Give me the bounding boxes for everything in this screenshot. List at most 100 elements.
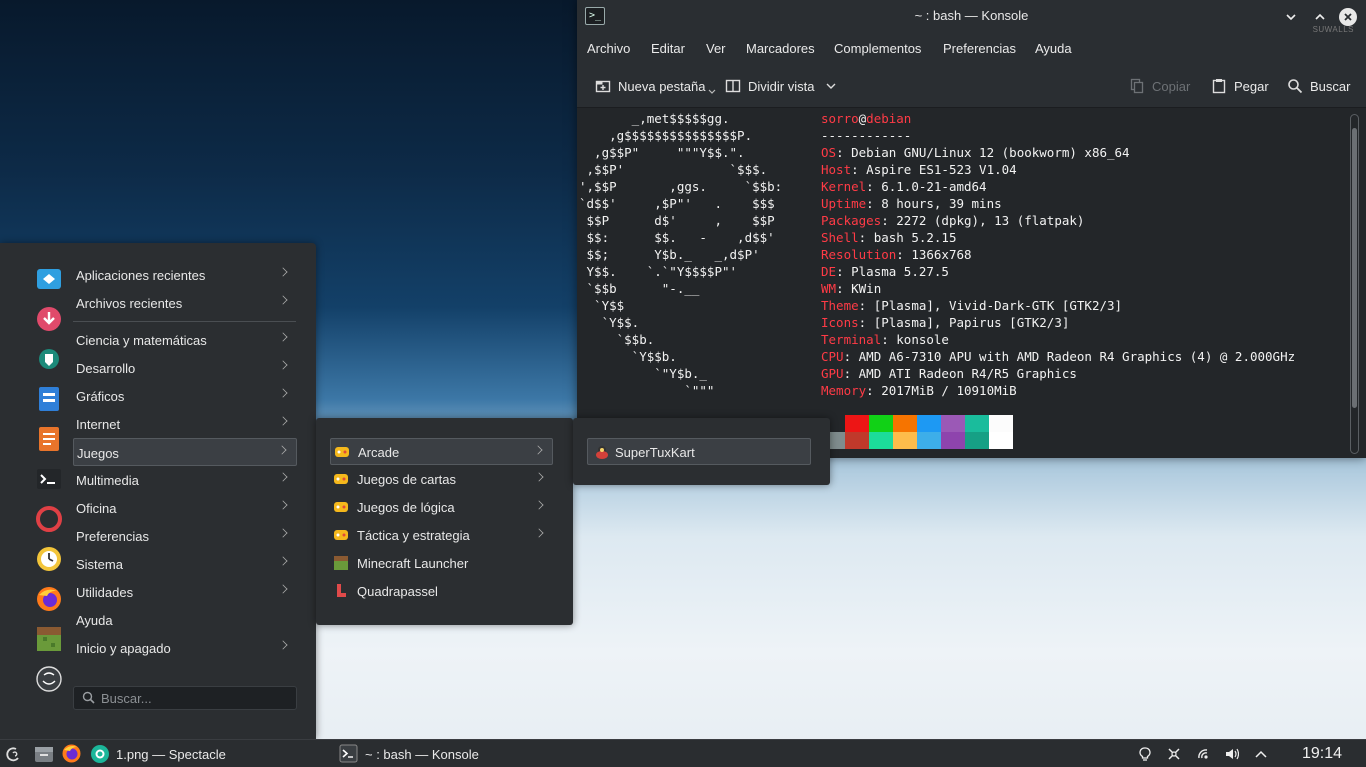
info-row: Icons: [Plasma], Papirus [GTK2/3] [821, 315, 1070, 330]
category-juegos[interactable]: Juegos [73, 438, 297, 466]
menu-item-supertuxkart[interactable]: SuperTuxKart [587, 438, 811, 465]
games-item-arcade[interactable]: Arcade [330, 438, 553, 465]
category-oficina[interactable]: Oficina [73, 494, 297, 522]
games-item-label: Juegos de cartas [357, 472, 457, 487]
close-button[interactable] [1339, 8, 1357, 26]
info-row: Memory: 2017MiB / 10910MiB [821, 383, 1017, 398]
menu-preferencias[interactable]: Preferencias [943, 41, 1016, 56]
menu-ver[interactable]: Ver [706, 41, 726, 56]
category-multimedia[interactable]: Multimedia [73, 466, 297, 494]
split-view-label: Dividir vista [748, 78, 815, 94]
info-row: Packages: 2272 (dpkg), 13 (flatpak) [821, 213, 1085, 228]
menu-ayuda[interactable]: Ayuda [1035, 41, 1072, 56]
info-value: konsole [896, 332, 949, 347]
maximize-button[interactable] [1311, 8, 1329, 26]
minimize-button[interactable] [1282, 8, 1300, 26]
chevron-up-icon[interactable] [1254, 747, 1268, 761]
ascii-logo-line: `""" [579, 383, 715, 398]
firefox-icon[interactable] [61, 743, 82, 764]
info-value: [Plasma], Papirus [GTK2/3] [873, 315, 1070, 330]
ascii-logo-line: ',$$P ,ggs. `$$b: [579, 179, 783, 194]
system-icon [35, 545, 63, 576]
menu-complementos[interactable]: Complementos [834, 41, 921, 56]
task-spectacle[interactable]: 1.png — Spectacle [116, 747, 226, 762]
debian-swirl-icon[interactable] [5, 745, 23, 763]
terminal-icon[interactable] [339, 744, 358, 763]
menu-item-label: SuperTuxKart [615, 445, 695, 460]
terminal-area[interactable]: _,met$$$$$gg. ,g$$$$$$$$$$$$$$$P. ,g$$P"… [577, 108, 1366, 458]
ascii-logo-line: `$$b. [579, 332, 655, 347]
games-item-juegos-de-lógica[interactable]: Juegos de lógica [330, 494, 553, 521]
info-key: CPU [821, 349, 844, 364]
category-ayuda[interactable]: Ayuda [73, 606, 297, 634]
info-row: Shell: bash 5.2.15 [821, 230, 957, 245]
games-item-quadrapassel[interactable]: Quadrapassel [330, 578, 553, 605]
palette-swatch [845, 415, 869, 432]
category-label: Aplicaciones recientes [76, 268, 206, 283]
copy-button[interactable]: Copiar [1129, 77, 1190, 95]
info-row: Terminal: konsole [821, 332, 949, 347]
development-icon [35, 345, 63, 376]
clock[interactable]: 19:14 [1302, 745, 1342, 763]
task-konsole[interactable]: ~ : bash — Konsole [365, 747, 479, 762]
info-value: AMD ATI Radeon R4/R5 Graphics [858, 366, 1077, 381]
category-internet[interactable]: Internet [73, 410, 297, 438]
category-utilidades[interactable]: Utilidades [73, 578, 297, 606]
category-gráficos[interactable]: Gráficos [73, 382, 297, 410]
lightbulb-icon[interactable] [1138, 747, 1152, 761]
info-key: Uptime [821, 196, 867, 211]
chevron-right-icon [278, 472, 288, 482]
scrollbar-thumb[interactable] [1352, 128, 1357, 408]
menu-editar[interactable]: Editar [651, 41, 685, 56]
palette-swatch [989, 415, 1013, 432]
menu-marcadores[interactable]: Marcadores [746, 41, 815, 56]
volume-icon[interactable] [1225, 747, 1239, 761]
quadrapassel-icon [333, 583, 349, 602]
info-row: Kernel: 6.1.0-21-amd64 [821, 179, 987, 194]
network-icon[interactable] [1196, 747, 1210, 761]
games-item-label: Juegos de lógica [357, 500, 455, 515]
chevron-right-icon [534, 500, 544, 510]
internet-icon [35, 425, 63, 456]
ascii-logo-line: ,g$$$$$$$$$$$$$$$P. [579, 128, 753, 143]
paste-button[interactable]: Pegar [1211, 77, 1269, 95]
games-item-táctica-y-estrategia[interactable]: Táctica y estrategia [330, 522, 553, 549]
chevron-right-icon [278, 388, 288, 398]
games-item-juegos-de-cartas[interactable]: Juegos de cartas [330, 466, 553, 493]
hostname: debian [866, 111, 912, 126]
info-key: Host [821, 162, 852, 177]
chevron-right-icon [277, 445, 287, 455]
menu-archivo[interactable]: Archivo [587, 41, 630, 56]
chevron-down-icon [826, 83, 836, 89]
ascii-logo-line: $$P d$' , $$P [579, 213, 775, 228]
category-desarrollo[interactable]: Desarrollo [73, 354, 297, 382]
category-preferencias[interactable]: Preferencias [73, 522, 297, 550]
username: sorro [821, 111, 859, 126]
copy-icon [1130, 78, 1144, 94]
kdeconnect-icon[interactable] [1167, 747, 1181, 761]
copy-label: Copiar [1152, 78, 1191, 94]
file-manager-icon[interactable] [34, 744, 54, 764]
search-button[interactable]: Buscar [1287, 77, 1350, 95]
office-icon [35, 505, 63, 536]
games-item-minecraft-launcher[interactable]: Minecraft Launcher [330, 550, 553, 577]
category-aplicaciones-recientes[interactable]: Aplicaciones recientes [73, 261, 297, 289]
category-archivos-recientes[interactable]: Archivos recientes [73, 289, 297, 317]
new-tab-button[interactable]: Nueva pestaña [595, 77, 716, 95]
chevron-right-icon [278, 584, 288, 594]
info-row: WM: KWin [821, 281, 882, 296]
gamepad-icon [333, 527, 349, 546]
category-ciencia-y-matemáticas[interactable]: Ciencia y matemáticas [73, 326, 297, 354]
gamepad-icon [333, 471, 349, 490]
spectacle-icon[interactable] [90, 744, 110, 764]
info-key: Terminal [821, 332, 882, 347]
split-view-button[interactable]: Dividir vista [725, 77, 837, 95]
category-inicio-y-apagado[interactable]: Inicio y apagado [73, 634, 297, 662]
ascii-logo-line: `Y$$. [579, 315, 640, 330]
category-sistema[interactable]: Sistema [73, 550, 297, 578]
chevron-right-icon [534, 472, 544, 482]
gamepad-icon [333, 499, 349, 518]
title-bar[interactable]: >_ ~ : bash — Konsole SUWALLS [577, 0, 1366, 34]
info-key: WM [821, 281, 837, 296]
paste-label: Pegar [1234, 78, 1269, 94]
